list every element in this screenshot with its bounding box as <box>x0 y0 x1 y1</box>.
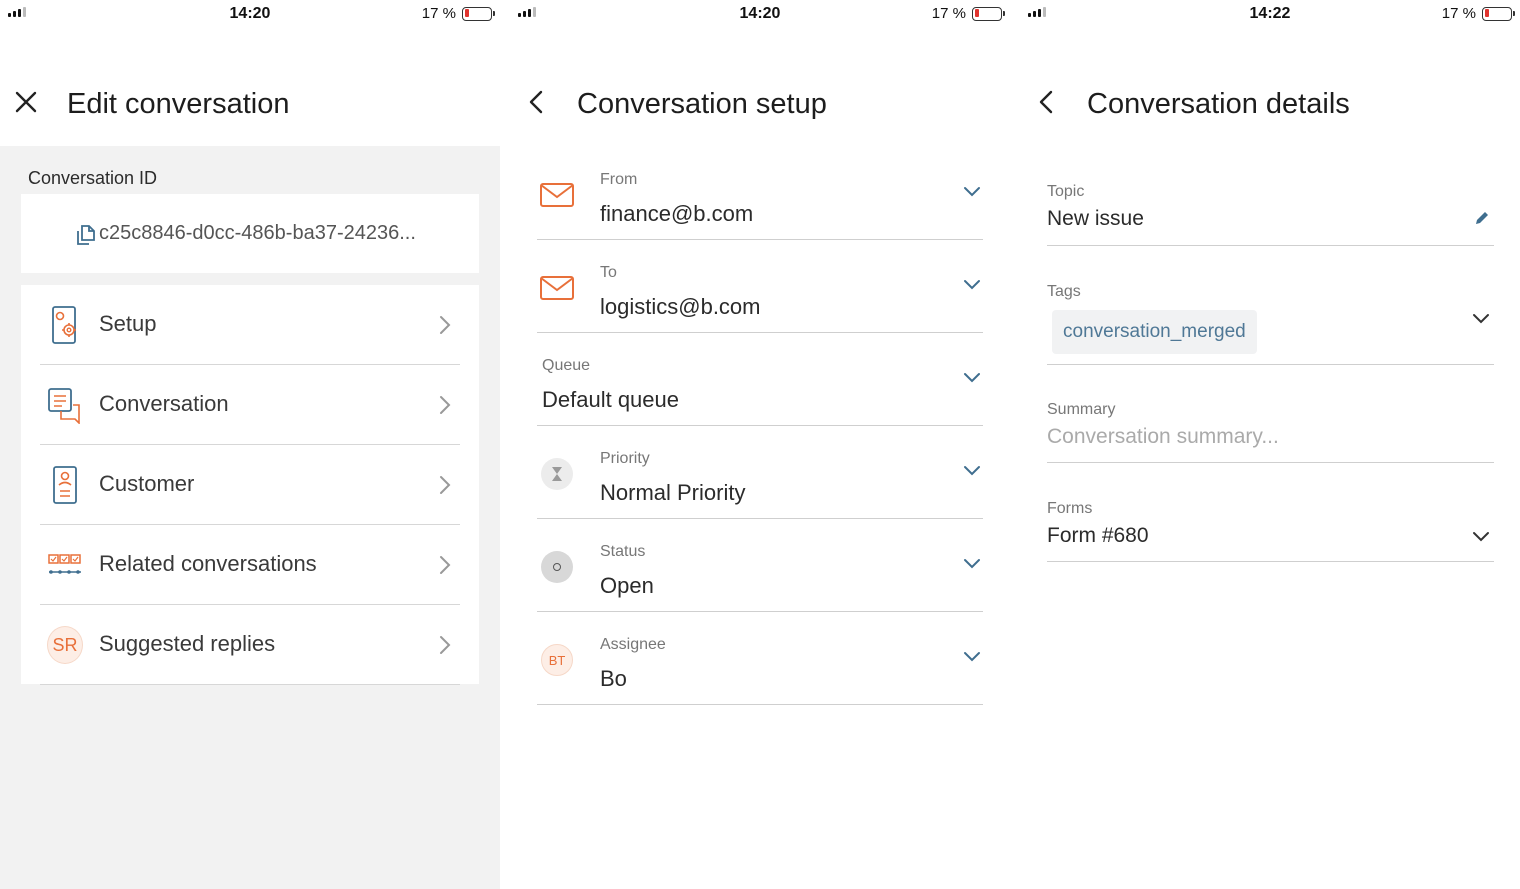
menu-item-label: Related conversations <box>99 551 317 576</box>
field-value: Normal Priority <box>600 480 746 505</box>
topic-field[interactable]: Topic New issue <box>1047 180 1494 246</box>
menu-item-label: Setup <box>99 311 157 336</box>
divider <box>1047 561 1494 562</box>
field-label: Priority <box>600 450 650 467</box>
page-header: Conversation setup <box>510 28 1010 146</box>
back-icon[interactable] <box>524 90 548 114</box>
chevron-down-icon <box>963 185 981 203</box>
conversation-setup-screen: 14:20 17 % Conversation setup From finan… <box>510 0 1010 889</box>
field-label: From <box>600 171 638 188</box>
menu-item-label: Conversation <box>99 391 229 416</box>
edit-menu: Setup Conversation Customer Related conv… <box>21 285 479 685</box>
status-open-icon <box>541 551 573 583</box>
page-header: Conversation details <box>1020 28 1520 146</box>
divider <box>537 704 983 705</box>
divider <box>1047 462 1494 463</box>
back-icon[interactable] <box>1034 90 1058 114</box>
conversation-id-label: Conversation ID <box>28 168 158 188</box>
status-bar: 14:22 17 % <box>1020 0 1520 28</box>
battery-percent: 17 % <box>931 5 966 22</box>
summary-field[interactable]: Summary Conversation summary... <box>1047 398 1494 464</box>
menu-item-related-conversations[interactable]: Related conversations <box>21 525 479 605</box>
field-value: Bo <box>600 666 627 691</box>
menu-item-label: Suggested replies <box>99 631 276 656</box>
assignee-avatar: BT <box>541 644 573 676</box>
queue-field[interactable]: Queue Default queue <box>537 333 983 426</box>
pencil-icon[interactable] <box>1474 210 1490 231</box>
chevron-right-icon <box>439 395 451 420</box>
close-icon[interactable] <box>14 90 38 114</box>
field-label: Topic <box>1047 183 1085 200</box>
to-field[interactable]: To logistics@b.com <box>537 240 983 333</box>
conversation-id-value: c25c8846-d0cc-486b-ba37-24236... <box>99 222 416 244</box>
page-title: Edit conversation <box>67 88 290 120</box>
page-title: Conversation details <box>1087 88 1350 120</box>
page-title: Conversation setup <box>577 88 827 120</box>
chevron-down-icon <box>963 278 981 296</box>
field-label: Queue <box>542 357 591 374</box>
menu-item-conversation[interactable]: Conversation <box>21 365 479 445</box>
tags-field[interactable]: Tags conversation_merged <box>1047 280 1494 365</box>
forms-value: Form #680 <box>1047 524 1149 547</box>
chevron-down-icon[interactable] <box>1472 530 1490 548</box>
topic-value: New issue <box>1047 207 1144 230</box>
related-conversations-icon <box>47 545 83 585</box>
battery-icon <box>972 6 1005 21</box>
page-header: Edit conversation <box>0 28 500 146</box>
battery-percent: 17 % <box>421 5 456 22</box>
envelope-icon <box>537 270 577 306</box>
envelope-icon <box>537 177 577 213</box>
field-label: Tags <box>1047 283 1081 300</box>
status-bar: 14:20 17 % <box>0 0 500 28</box>
menu-item-suggested-replies[interactable]: SR Suggested replies <box>21 605 479 685</box>
field-value: Default queue <box>542 387 679 412</box>
status-field[interactable]: Status Open <box>537 519 983 612</box>
chevron-down-icon <box>963 557 981 575</box>
tag-chip[interactable]: conversation_merged <box>1052 310 1257 354</box>
divider <box>1047 245 1494 246</box>
field-value: Open <box>600 573 654 598</box>
summary-input[interactable]: Conversation summary... <box>1047 425 1279 449</box>
menu-item-setup[interactable]: Setup <box>21 285 479 365</box>
status-bar: 14:20 17 % <box>510 0 1010 28</box>
from-field[interactable]: From finance@b.com <box>537 147 983 240</box>
forms-field[interactable]: Forms Form #680 <box>1047 497 1494 563</box>
setup-icon <box>47 305 83 345</box>
battery-percent: 17 % <box>1441 5 1476 22</box>
menu-item-label: Customer <box>99 471 195 496</box>
chevron-right-icon <box>439 555 451 580</box>
priority-field[interactable]: Priority Normal Priority <box>537 426 983 519</box>
field-label: Status <box>600 543 646 560</box>
copy-icon[interactable] <box>73 222 99 253</box>
assignee-field[interactable]: BT Assignee Bo <box>537 612 983 705</box>
field-label: Summary <box>1047 401 1116 418</box>
field-label: Forms <box>1047 500 1093 517</box>
field-label: To <box>600 264 617 281</box>
field-value: logistics@b.com <box>600 294 761 319</box>
suggested-replies-badge: SR <box>47 626 83 664</box>
chevron-down-icon[interactable] <box>1472 312 1490 330</box>
field-label: Assignee <box>600 636 666 653</box>
field-value: finance@b.com <box>600 201 754 226</box>
conversation-details-screen: 14:22 17 % Conversation details Topic Ne… <box>1020 0 1520 889</box>
hourglass-icon <box>541 458 573 490</box>
chevron-down-icon <box>963 464 981 482</box>
chevron-right-icon <box>439 635 451 660</box>
conversation-id-card[interactable]: c25c8846-d0cc-486b-ba37-24236... <box>21 194 479 273</box>
chevron-right-icon <box>439 315 451 340</box>
divider <box>40 684 460 685</box>
conversation-icon <box>47 385 83 425</box>
customer-icon <box>47 465 83 505</box>
chevron-right-icon <box>439 475 451 500</box>
chevron-down-icon <box>963 371 981 389</box>
battery-icon <box>1482 6 1515 21</box>
chevron-down-icon <box>963 650 981 668</box>
menu-item-customer[interactable]: Customer <box>21 445 479 525</box>
edit-conversation-screen: 14:20 17 % Edit conversation Conversatio… <box>0 0 500 889</box>
battery-icon <box>462 6 495 21</box>
divider <box>1047 364 1494 365</box>
